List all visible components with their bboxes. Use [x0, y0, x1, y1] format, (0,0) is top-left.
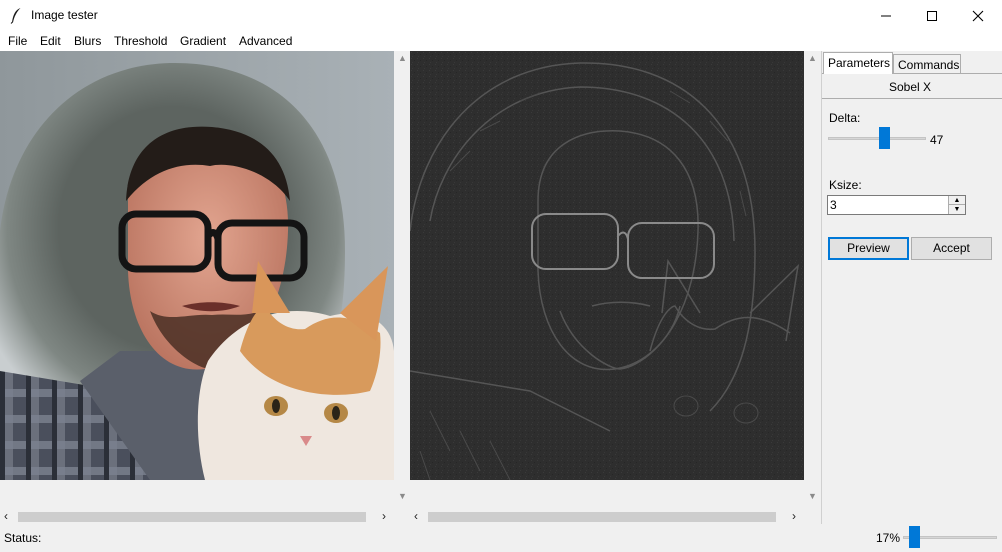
scroll-down-icon[interactable]: ▼ [398, 491, 407, 501]
original-vertical-scrollbar[interactable]: ▲ ▼ [394, 51, 410, 509]
ksize-value[interactable]: 3 [830, 198, 837, 212]
original-horizontal-scrollbar[interactable]: ‹ › [0, 508, 394, 525]
scroll-thumb[interactable] [428, 512, 776, 522]
menu-blurs[interactable]: Blurs [74, 34, 101, 48]
original-image-pane: ▲ ▼ ‹ › [0, 51, 410, 525]
preview-button[interactable]: Preview [828, 237, 909, 260]
ksize-spinbox[interactable]: 3 ▲ ▼ [827, 195, 966, 215]
delta-slider-track[interactable] [828, 137, 926, 140]
menu-threshold[interactable]: Threshold [114, 34, 167, 48]
minimize-button[interactable] [863, 0, 909, 31]
tab-parameters[interactable]: Parameters [823, 52, 893, 74]
scroll-thumb[interactable] [18, 512, 366, 522]
status-label: Status: [4, 531, 42, 545]
scroll-down-icon[interactable]: ▼ [808, 491, 817, 501]
close-icon [972, 10, 984, 22]
result-image[interactable] [410, 51, 804, 480]
scroll-up-icon[interactable]: ▲ [808, 53, 817, 63]
scroll-left-icon[interactable]: ‹ [4, 509, 8, 523]
result-image-pane: ▲ ▼ ‹ › [410, 51, 820, 525]
zoom-value: 17% [876, 531, 901, 545]
minimize-icon [881, 15, 891, 17]
menu-file[interactable]: File [8, 34, 27, 48]
zoom-slider-thumb[interactable] [909, 526, 920, 548]
accept-button[interactable]: Accept [911, 237, 992, 260]
scroll-right-icon[interactable]: › [792, 509, 796, 523]
tab-panel-parameters: Sobel X Delta: 47 Ksize: 3 ▲ ▼ Preview A… [822, 73, 1002, 524]
title-bar: Image tester [0, 0, 1002, 31]
divider [822, 98, 1002, 99]
maximize-button[interactable] [909, 0, 955, 31]
scroll-up-icon[interactable]: ▲ [398, 53, 407, 63]
delta-slider-thumb[interactable] [879, 127, 890, 149]
menu-advanced[interactable]: Advanced [239, 34, 292, 48]
window-title: Image tester [31, 8, 98, 22]
spin-up-icon[interactable]: ▲ [949, 196, 965, 205]
delta-value: 47 [930, 133, 944, 147]
feather-icon [10, 8, 21, 24]
result-vertical-scrollbar[interactable]: ▲ ▼ [804, 51, 820, 509]
menu-edit[interactable]: Edit [40, 34, 61, 48]
close-button[interactable] [955, 0, 1001, 31]
menu-gradient[interactable]: Gradient [180, 34, 226, 48]
parameters-sidebar: Parameters Commands Sobel X Delta: 47 Ks… [821, 51, 1002, 524]
maximize-icon [927, 11, 937, 21]
tab-commands[interactable]: Commands [893, 54, 961, 73]
status-bar: Status: 17% [0, 524, 1002, 552]
delta-label: Delta: [829, 111, 861, 125]
spin-down-icon[interactable]: ▼ [949, 205, 965, 214]
original-image[interactable] [0, 51, 394, 480]
menu-bar: File Edit Blurs Threshold Gradient Advan… [0, 31, 1002, 51]
filter-name: Sobel X [888, 80, 932, 94]
scroll-right-icon[interactable]: › [382, 509, 386, 523]
ksize-label: Ksize: [829, 178, 862, 192]
result-horizontal-scrollbar[interactable]: ‹ › [410, 508, 804, 525]
scroll-left-icon[interactable]: ‹ [414, 509, 418, 523]
